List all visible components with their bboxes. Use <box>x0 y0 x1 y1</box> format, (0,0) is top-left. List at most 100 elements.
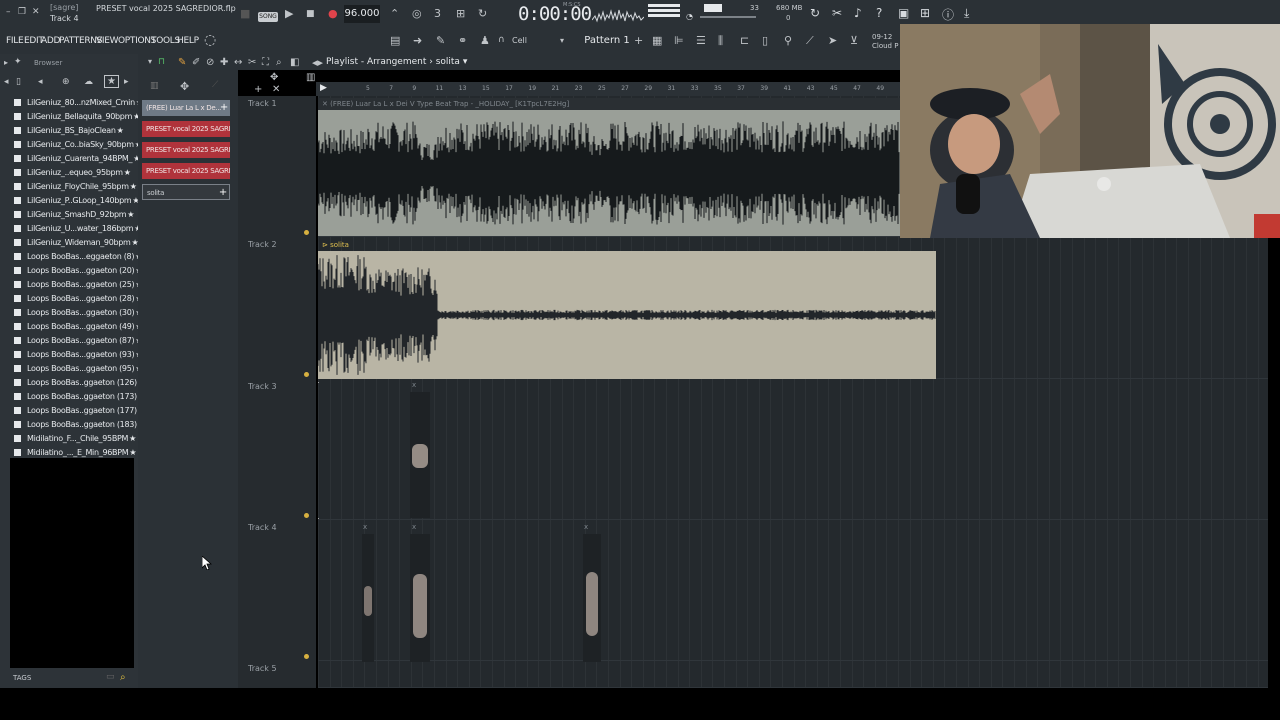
browser-file-item[interactable]: Loops BooBas...ggaeton (87) ★ <box>10 333 138 347</box>
send-icon[interactable]: ➤ <box>828 34 837 47</box>
piano-roll-icon[interactable]: ⫼ <box>718 34 723 48</box>
track3-vocal-clip[interactable] <box>410 392 430 518</box>
select-tool-icon[interactable]: ⛶ <box>262 57 269 68</box>
magnet-icon[interactable]: ∩ <box>498 35 505 45</box>
browser-file-item[interactable]: Loops BooBas...ggaeton (28) ★ <box>10 291 138 305</box>
track-lane-4[interactable] <box>318 520 1268 661</box>
close-track-icon[interactable]: ✕ <box>272 84 280 95</box>
pat-song-toggle-icon[interactable]: ■ <box>240 7 250 20</box>
browser-file-item[interactable]: LilGeniuz_SmashD_92bpm ★ <box>10 207 138 221</box>
browser-file-item[interactable]: Loops BooBas...eggaeton (8) ★ <box>10 249 138 263</box>
web-icon[interactable]: ⊕ <box>62 77 70 87</box>
tempo-display[interactable]: 96.000 <box>344 5 380 23</box>
master-pitch-knob-icon[interactable]: ◔ <box>686 12 693 21</box>
cloud-icon[interactable]: ☁ <box>84 77 93 87</box>
favorite-star-icon[interactable]: ★ <box>130 182 137 191</box>
microphone-icon[interactable]: ♪ <box>854 6 862 20</box>
audio-clip-solita[interactable]: ⊳ solita <box>318 239 936 379</box>
add-track-icon[interactable]: + <box>254 84 262 95</box>
step-edit-icon[interactable]: ⊞ <box>456 7 465 20</box>
menu-help[interactable]: HELP <box>177 36 199 46</box>
browser-file-item[interactable]: Loops BooBas..ggaeton (126) ★ <box>10 375 138 389</box>
track-3-led[interactable] <box>304 513 309 518</box>
timeline-ruler[interactable]: ▶ 5 7 9 11 13 15 17 19 21 23 25 27 29 31 33 35 37 39 41 43 4… <box>316 82 900 96</box>
add-icon[interactable]: + <box>219 185 227 199</box>
search-icon[interactable]: ⌕ <box>120 672 126 683</box>
track-label-5[interactable]: Track 5 <box>248 664 277 673</box>
browser-file-item[interactable]: LilGeniuz_U...water_186bpm ★ <box>10 221 138 235</box>
browser-icon[interactable]: ⊏ <box>740 34 749 47</box>
paint-icon[interactable]: ⟋ <box>806 34 814 48</box>
browser-file-item[interactable]: Midilatino_..._E_Min_96BPM ★ <box>10 445 138 459</box>
browser-file-item[interactable]: LilGeniuz_Co..biaSky_90bpm ★ <box>10 137 138 151</box>
browser-menu-icon[interactable]: ▸ <box>4 58 8 67</box>
mixer-icon[interactable]: ⊫ <box>674 34 684 47</box>
track-1-led[interactable] <box>304 230 309 235</box>
snap-dropdown-icon[interactable]: ▾ <box>560 36 564 45</box>
browser-file-item[interactable]: Midilatino_F..._Chile_95BPM ★ <box>10 431 138 445</box>
scroll-right-icon[interactable]: ▸ <box>124 77 129 87</box>
browser-file-item[interactable]: Loops BooBas...ggaeton (20) ★ <box>10 263 138 277</box>
browser-file-item[interactable]: Loops BooBas..ggaeton (173) ★ <box>10 389 138 403</box>
channel-rack-icon[interactable]: ☰ <box>696 34 706 47</box>
download-icon[interactable]: ⤓ <box>964 6 969 21</box>
playhead-marker-icon[interactable]: ▶ <box>320 83 327 93</box>
track-label-2[interactable]: Track 2 <box>248 240 277 249</box>
browser-file-item[interactable]: Loops BooBas...ggaeton (93) ★ <box>10 347 138 361</box>
menu-tools[interactable]: TOOLS <box>151 36 180 46</box>
paint-tool-icon[interactable]: ✐ <box>192 57 200 68</box>
cart-icon[interactable]: ⊻ <box>850 34 858 47</box>
typing-keyboard-icon[interactable]: ▤ <box>390 34 400 47</box>
menu-view[interactable]: VIEW <box>96 36 119 46</box>
track4-vocal-clip-3[interactable] <box>583 534 601 662</box>
stop-button[interactable]: ■ <box>306 9 315 19</box>
close-icon[interactable]: ✕ <box>32 7 40 17</box>
playlist-current-pattern[interactable]: solita <box>436 57 460 67</box>
snap-mode-label[interactable]: Cell <box>512 36 527 45</box>
track-lane-5[interactable] <box>318 661 1268 688</box>
move-icon[interactable]: ✥ <box>270 72 278 83</box>
channel-picker-item[interactable]: (FREE) Luar La L x De... + <box>142 100 230 116</box>
collapse-icon[interactable]: ◂ <box>38 77 43 87</box>
plugin-icon[interactable]: ⊞ <box>920 6 930 20</box>
mute-tool-icon[interactable]: ✚ <box>220 57 228 68</box>
browser-file-item[interactable]: Loops BooBas..ggaeton (177) ★ <box>10 403 138 417</box>
browser-file-item[interactable]: Loops BooBas..ggaeton (183) ★ <box>10 417 138 431</box>
track-label-3[interactable]: Track 3 <box>248 382 277 391</box>
pin-icon[interactable]: ✦ <box>14 57 22 67</box>
browser-file-item[interactable]: LilGeniuz_FloyChile_95bpm ★ <box>10 179 138 193</box>
loop-record-icon[interactable]: ↻ <box>478 7 487 20</box>
playlist-arrow-icon[interactable]: ◂▸ <box>312 56 323 69</box>
browser-file-item[interactable]: LilGeniuz_..equeo_95bpm ★ <box>10 165 138 179</box>
pencil-icon[interactable]: ✎ <box>436 34 445 47</box>
arrow-right-icon[interactable]: ➜ <box>413 34 422 47</box>
audio-clip-beat[interactable]: ✕ (FREE) Luar La L x Dei V Type Beat Tra… <box>318 98 900 236</box>
track-label-4[interactable]: Track 4 <box>248 523 277 532</box>
pattern-selector[interactable]: Pattern 1 <box>582 33 632 49</box>
channel-picker-item[interactable]: PRESET vocal 2025 SAGRE... <box>142 121 230 137</box>
picker-menu-icon[interactable]: ▾ <box>148 57 152 66</box>
file-icon[interactable]: ▯ <box>16 77 21 87</box>
play-button[interactable]: ▶ <box>285 7 293 20</box>
playlist-icon[interactable]: ▦ <box>652 34 662 47</box>
browser-file-item[interactable]: Loops BooBas...ggaeton (25) ★ <box>10 277 138 291</box>
favorite-star-icon[interactable]: ★ <box>124 168 131 177</box>
tools-icon[interactable]: ✂ <box>832 6 842 20</box>
track-label-1[interactable]: Track 1 <box>248 99 277 108</box>
playback-tool-icon[interactable]: ◧ <box>290 57 299 68</box>
picker-list-icon[interactable]: ▥ <box>150 81 159 91</box>
add-icon[interactable]: + <box>220 100 228 116</box>
favorite-star-icon[interactable]: ★ <box>127 210 134 219</box>
back-icon[interactable]: ◂ <box>4 77 9 87</box>
song-mode-badge[interactable]: SONG <box>258 12 278 22</box>
save-icon[interactable]: ▣ <box>898 6 909 20</box>
plug-icon[interactable]: ⚲ <box>784 34 792 47</box>
restore-icon[interactable]: ❐ <box>18 7 26 17</box>
browser-file-item[interactable]: LilGeniuz_Cuarenta_94BPM_ ★ <box>10 151 138 165</box>
help-icon[interactable]: ? <box>876 6 882 20</box>
slip-tool-icon[interactable]: ↔ <box>234 57 242 68</box>
browser-file-item[interactable]: Loops BooBas...ggaeton (95) ★ <box>10 361 138 375</box>
picker-tool-icon[interactable]: ⟋ <box>212 80 218 90</box>
track-4-led[interactable] <box>304 654 309 659</box>
menu-file[interactable]: FILE <box>6 36 24 46</box>
